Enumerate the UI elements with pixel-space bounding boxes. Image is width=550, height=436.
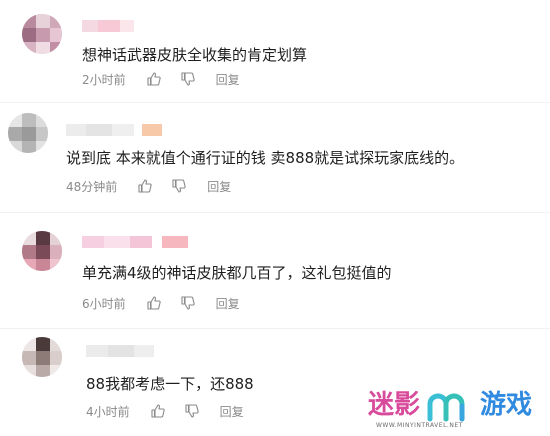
username-blurred[interactable]	[82, 20, 134, 32]
mm-logo-icon	[427, 393, 465, 422]
comment-meta: 4小时前 回复	[86, 403, 244, 419]
thumbs-up-icon[interactable]	[146, 71, 162, 87]
username-blurred[interactable]	[82, 236, 188, 248]
divider	[0, 102, 550, 103]
thumbs-down-icon[interactable]	[184, 403, 200, 419]
watermark-text-right: 游戏	[480, 390, 533, 420]
reply-button[interactable]: 回复	[207, 178, 231, 195]
avatar[interactable]	[8, 113, 48, 153]
comment-time: 2小时前	[82, 72, 126, 87]
reply-button[interactable]: 回复	[216, 295, 240, 312]
username-blurred[interactable]	[86, 345, 154, 357]
comment-text: 单充满4级的神话皮肤都几百了，这礼包挺值的	[82, 264, 392, 282]
watermark-url: WWW.MINYINTRAVEL.NET	[376, 422, 463, 429]
thumbs-down-icon[interactable]	[180, 295, 196, 311]
thumbs-down-icon[interactable]	[180, 71, 196, 87]
avatar[interactable]	[22, 231, 62, 271]
comment-time: 4小时前	[86, 404, 130, 419]
watermark-text-left: 迷影	[368, 390, 421, 420]
comment-time: 48分钟前	[66, 179, 118, 194]
comment-time: 6小时前	[82, 296, 126, 311]
thumbs-up-icon[interactable]	[150, 403, 166, 419]
username-blurred[interactable]	[66, 124, 162, 136]
reply-button[interactable]: 回复	[220, 403, 244, 420]
comment-list: 想神话武器皮肤全收集的肯定划算 2小时前 回复 说到底 本来就值个通行证的钱 卖…	[0, 0, 550, 436]
comment-text: 说到底 本来就值个通行证的钱 卖888就是试探玩家底线的。	[66, 149, 465, 167]
thumbs-up-icon[interactable]	[137, 178, 153, 194]
avatar[interactable]	[22, 337, 62, 377]
thumbs-up-icon[interactable]	[146, 295, 162, 311]
divider	[0, 328, 550, 329]
comment-meta: 2小时前 回复	[82, 71, 240, 87]
comment-meta: 48分钟前 回复	[66, 178, 231, 194]
thumbs-down-icon[interactable]	[171, 178, 187, 194]
avatar[interactable]	[22, 14, 62, 54]
comment-text: 想神话武器皮肤全收集的肯定划算	[82, 46, 308, 64]
comment-text: 88我都考虑一下，还888	[86, 375, 254, 393]
reply-button[interactable]: 回复	[216, 71, 240, 88]
site-watermark-logo: 迷影 游戏 WWW.MINYINTRAVEL.NET	[368, 390, 538, 434]
comment-meta: 6小时前 回复	[82, 295, 240, 311]
divider	[0, 212, 550, 213]
